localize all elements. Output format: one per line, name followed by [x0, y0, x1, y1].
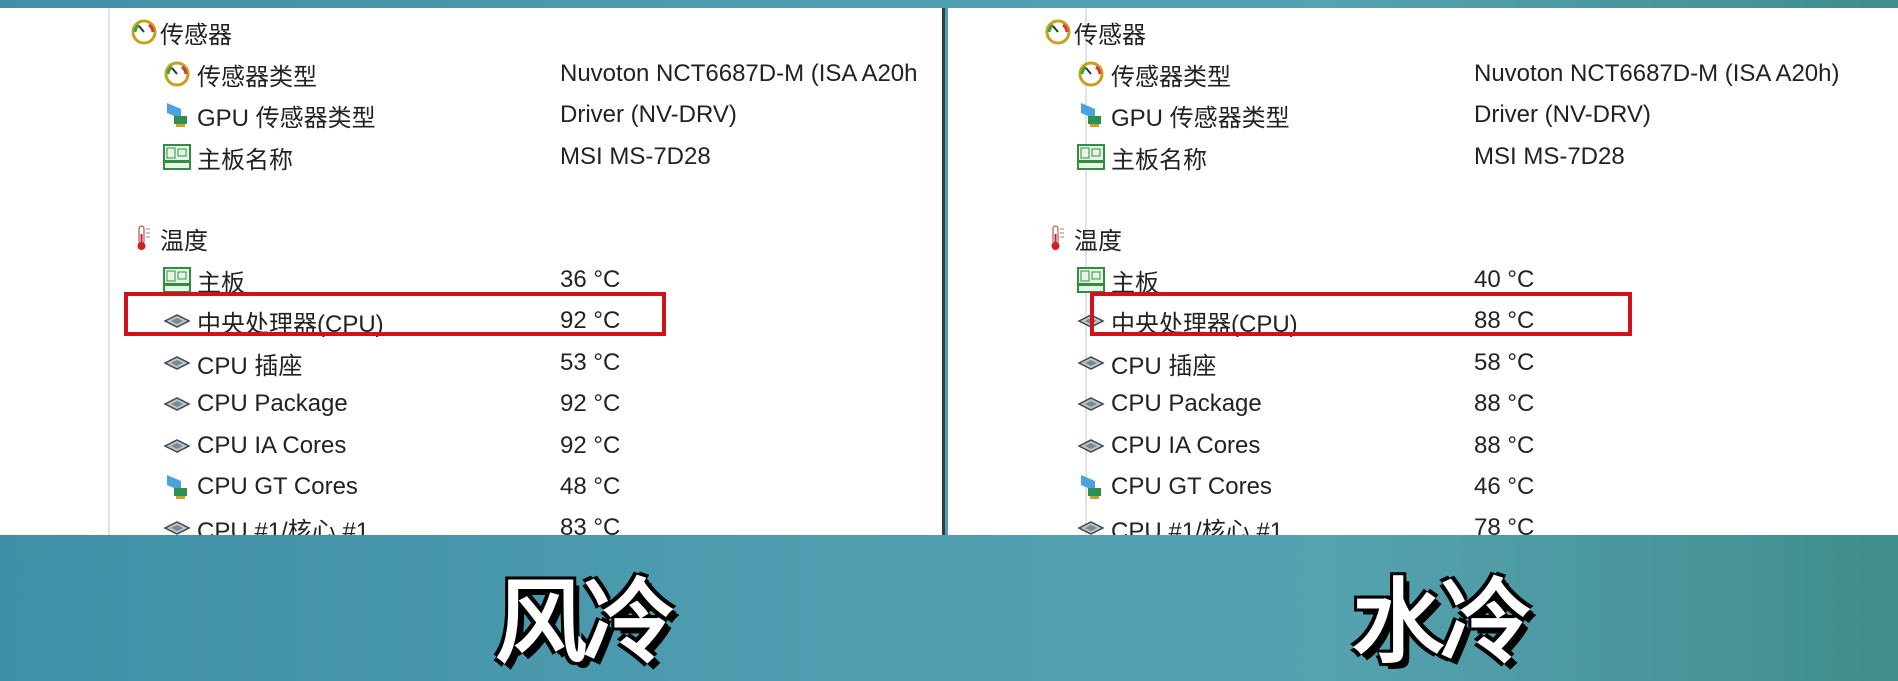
cpu-icon: [163, 514, 191, 535]
tree-row[interactable]: CPU Package 88 °C: [948, 384, 1898, 424]
tree-row[interactable]: CPU IA Cores 88 °C: [948, 426, 1898, 466]
highlight-box: [124, 292, 666, 336]
row-value: 53 °C: [560, 349, 621, 376]
row-label: GPU 传感器类型: [1111, 104, 1290, 132]
row-value: 78 °C: [1474, 514, 1535, 535]
cpu-icon: [1077, 349, 1105, 377]
tree-row[interactable]: 主板名称 MSI MS-7D28: [948, 137, 1898, 177]
caption-air-cooling: 风冷: [495, 572, 675, 674]
tree-row[interactable]: CPU GT Cores 46 °C: [948, 467, 1898, 507]
motherboard-icon: [1077, 266, 1105, 294]
row-label: CPU IA Cores: [1111, 432, 1261, 459]
row-value: 92 °C: [560, 432, 621, 459]
row-label: GPU 传感器类型: [197, 104, 376, 132]
cpu-icon: [163, 432, 191, 460]
tree-row[interactable]: CPU IA Cores 92 °C: [0, 426, 942, 466]
row-value: 88 °C: [1474, 390, 1535, 417]
motherboard-icon: [163, 143, 191, 171]
tree-row[interactable]: CPU Package 92 °C: [0, 384, 942, 424]
tree-row[interactable]: GPU 传感器类型 Driver (NV-DRV): [0, 95, 942, 135]
row-label: CPU Package: [1111, 390, 1262, 417]
sensor-panel-air-cooling: 传感器传感器类型 Nuvoton NCT6687D-M (ISA A20h GPU …: [0, 8, 945, 535]
row-label: 温度: [160, 227, 208, 255]
highlight-box: [1090, 292, 1632, 336]
row-value: 58 °C: [1474, 349, 1535, 376]
tree-row[interactable]: GPU 传感器类型 Driver (NV-DRV): [948, 95, 1898, 135]
cpu-icon: [163, 390, 191, 418]
row-label: CPU IA Cores: [197, 432, 347, 459]
gauge-icon: [163, 60, 191, 88]
row-label: CPU 插座: [197, 352, 303, 380]
row-value: Driver (NV-DRV): [1474, 101, 1651, 128]
gauge-icon: [1044, 18, 1072, 46]
tree-row[interactable]: CPU GT Cores 48 °C: [0, 467, 942, 507]
tree-row[interactable]: CPU 插座 53 °C: [0, 343, 942, 383]
row-label: 传感器类型: [197, 63, 317, 91]
tree-row[interactable]: CPU #1/核心 #1 78 °C: [948, 508, 1898, 535]
tree-row[interactable]: CPU 插座 58 °C: [948, 343, 1898, 383]
caption-water-cooling: 水冷: [1352, 572, 1532, 674]
row-value: Nuvoton NCT6687D-M (ISA A20h): [1474, 60, 1840, 87]
row-value: Driver (NV-DRV): [560, 101, 737, 128]
motherboard-icon: [163, 266, 191, 294]
tree-row[interactable]: 传感器类型 Nuvoton NCT6687D-M (ISA A20h: [0, 54, 942, 94]
row-value: 46 °C: [1474, 473, 1535, 500]
cpu-icon: [1077, 390, 1105, 418]
cpu-icon: [1077, 432, 1105, 460]
row-label: 主板名称: [1111, 146, 1207, 174]
tree-row[interactable]: 传感器: [0, 12, 942, 52]
tree-row[interactable]: 传感器类型 Nuvoton NCT6687D-M (ISA A20h): [948, 54, 1898, 94]
row-label: 主板名称: [197, 146, 293, 174]
thermometer-icon: [1044, 224, 1072, 252]
row-value: 48 °C: [560, 473, 621, 500]
tree-row[interactable]: 温度: [948, 218, 1898, 258]
row-label: CPU #1/核心 #1: [1111, 517, 1284, 536]
row-value: 36 °C: [560, 266, 621, 293]
row-label: 温度: [1074, 227, 1122, 255]
motherboard-icon: [1077, 143, 1105, 171]
cpu-icon: [1077, 514, 1105, 535]
gauge-icon: [130, 18, 158, 46]
row-label: CPU GT Cores: [197, 473, 358, 500]
row-value: MSI MS-7D28: [560, 143, 711, 170]
tree-row[interactable]: 温度: [0, 218, 942, 258]
row-value: MSI MS-7D28: [1474, 143, 1625, 170]
row-value: Nuvoton NCT6687D-M (ISA A20h: [560, 60, 918, 87]
gpu-icon: [163, 473, 191, 501]
row-label: CPU #1/核心 #1: [197, 517, 370, 536]
tree-row[interactable]: 传感器: [948, 12, 1898, 52]
cpu-icon: [163, 349, 191, 377]
gpu-icon: [1077, 473, 1105, 501]
gpu-icon: [1077, 101, 1105, 129]
sensor-panel-water-cooling: 传感器传感器类型 Nuvoton NCT6687D-M (ISA A20h) GPU…: [948, 8, 1898, 535]
gpu-icon: [163, 101, 191, 129]
row-label: 传感器: [160, 21, 232, 49]
row-value: 88 °C: [1474, 432, 1535, 459]
row-label: 传感器类型: [1111, 63, 1231, 91]
row-value: 40 °C: [1474, 266, 1535, 293]
row-value: 92 °C: [560, 390, 621, 417]
tree-row[interactable]: CPU #1/核心 #1 83 °C: [0, 508, 942, 535]
row-value: 83 °C: [560, 514, 621, 535]
tree-row[interactable]: 主板名称 MSI MS-7D28: [0, 137, 942, 177]
row-label: CPU 插座: [1111, 352, 1217, 380]
row-label: CPU Package: [197, 390, 348, 417]
row-label: 传感器: [1074, 21, 1146, 49]
thermometer-icon: [130, 224, 158, 252]
row-label: CPU GT Cores: [1111, 473, 1272, 500]
gauge-icon: [1077, 60, 1105, 88]
